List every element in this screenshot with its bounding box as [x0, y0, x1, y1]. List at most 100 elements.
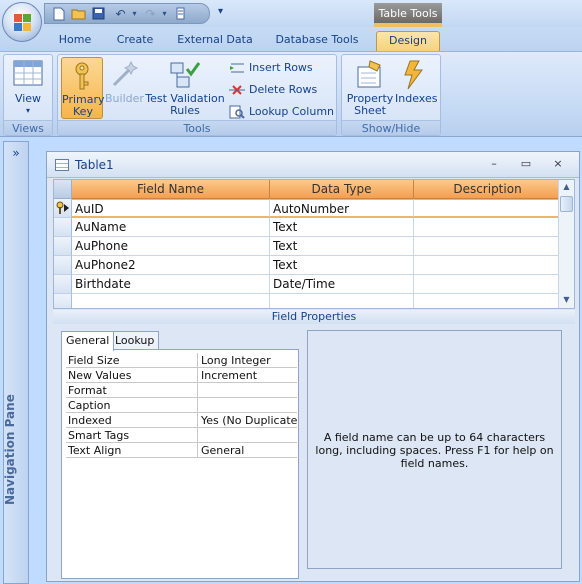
- primary-key-button[interactable]: Primary Key: [61, 57, 105, 119]
- property-label: Text Align: [67, 443, 198, 458]
- property-row[interactable]: Text Align General: [66, 443, 297, 458]
- data-type-cell[interactable]: AutoNumber: [270, 199, 414, 218]
- document-title: Table1: [75, 158, 114, 172]
- field-name-cell[interactable]: AuName: [72, 218, 270, 237]
- tools-group-label: Tools: [58, 120, 336, 135]
- data-type-cell[interactable]: Text: [270, 237, 414, 256]
- row-selector[interactable]: [54, 199, 72, 218]
- insert-rows-icon: [229, 60, 245, 76]
- property-label: Format: [67, 383, 198, 398]
- navigation-pane[interactable]: »: [3, 141, 29, 584]
- insert-rows-label: Insert Rows: [249, 61, 313, 74]
- row-selector[interactable]: [54, 218, 72, 237]
- redo-icon[interactable]: ↷: [143, 7, 158, 21]
- property-value[interactable]: [199, 428, 297, 443]
- delete-rows-icon: [229, 82, 245, 98]
- property-row[interactable]: Caption: [66, 398, 297, 413]
- redo-dropdown-icon[interactable]: ▾: [157, 7, 172, 21]
- builder-button[interactable]: Builder: [105, 57, 144, 119]
- row-selector[interactable]: [54, 256, 72, 275]
- field-name-cell[interactable]: AuPhone2: [72, 256, 270, 275]
- scroll-down-arrow-icon[interactable]: ▼: [559, 293, 574, 307]
- delete-rows-label: Delete Rows: [249, 83, 318, 96]
- property-label: Field Size: [67, 353, 198, 368]
- field-name-cell[interactable]: Birthdate: [72, 275, 270, 294]
- tab-home[interactable]: Home: [52, 31, 98, 51]
- tab-design[interactable]: Design: [376, 31, 440, 51]
- tab-create[interactable]: Create: [110, 31, 160, 51]
- property-label: Indexed: [67, 413, 198, 428]
- column-header-field-name[interactable]: Field Name: [72, 180, 270, 199]
- property-value[interactable]: General: [199, 443, 297, 458]
- lookup-column-button[interactable]: Lookup Column: [229, 103, 334, 121]
- property-value[interactable]: Increment: [199, 368, 297, 383]
- minimize-button[interactable]: –: [485, 157, 503, 171]
- new-document-icon[interactable]: [51, 7, 66, 21]
- view-dropdown-icon: ▾: [25, 106, 30, 115]
- open-folder-icon[interactable]: [71, 7, 86, 21]
- column-header-data-type[interactable]: Data Type: [270, 180, 414, 199]
- property-value[interactable]: [199, 383, 297, 398]
- description-cell[interactable]: [414, 256, 562, 275]
- row-selector[interactable]: [54, 275, 72, 294]
- tab-lookup[interactable]: Lookup: [110, 331, 160, 350]
- office-button[interactable]: [2, 2, 42, 42]
- field-properties-title: Field Properties: [53, 310, 575, 324]
- property-row[interactable]: Field Size Long Integer: [66, 353, 297, 368]
- row-selector[interactable]: [54, 294, 72, 308]
- print-icon[interactable]: [173, 7, 188, 21]
- scroll-up-arrow-icon[interactable]: ▲: [559, 180, 574, 194]
- save-icon[interactable]: [91, 7, 106, 21]
- show-hide-group-label: Show/Hide: [342, 120, 440, 135]
- test-validation-rules-button[interactable]: Test Validation Rules: [145, 57, 225, 119]
- indexes-label: Indexes: [395, 92, 438, 105]
- ribbon-tabs: Home Create External Data Database Tools…: [0, 27, 582, 51]
- property-row[interactable]: Smart Tags: [66, 428, 297, 443]
- tab-database-tools[interactable]: Database Tools: [270, 31, 364, 51]
- undo-icon[interactable]: ↶: [113, 7, 128, 21]
- property-label: Caption: [67, 398, 198, 413]
- field-properties-pane: General Lookup Field Size Long Integer N…: [53, 324, 575, 579]
- scroll-thumb[interactable]: [560, 196, 573, 212]
- data-type-cell[interactable]: Text: [270, 256, 414, 275]
- property-row[interactable]: New Values Increment: [66, 368, 297, 383]
- close-button[interactable]: ×: [549, 157, 567, 171]
- property-row[interactable]: Format: [66, 383, 297, 398]
- views-group: View ▾ Views: [3, 54, 53, 136]
- undo-dropdown-icon[interactable]: ▾: [127, 7, 142, 21]
- tab-general[interactable]: General: [61, 331, 115, 351]
- test-validation-rules-label: Test Validation Rules: [145, 92, 225, 117]
- data-type-cell[interactable]: Date/Time: [270, 275, 414, 294]
- restore-button[interactable]: ▭: [517, 157, 535, 171]
- field-name-cell[interactable]: AuID: [72, 199, 270, 218]
- description-cell[interactable]: [414, 218, 562, 237]
- column-header-description[interactable]: Description: [414, 180, 562, 199]
- description-cell[interactable]: [414, 294, 562, 308]
- property-sheet-label: Property Sheet: [346, 92, 394, 117]
- property-value[interactable]: Long Integer: [199, 353, 297, 368]
- property-row[interactable]: Indexed Yes (No Duplicates): [66, 413, 297, 428]
- property-value[interactable]: [199, 398, 297, 413]
- indexes-button[interactable]: Indexes: [395, 57, 437, 119]
- data-type-cell[interactable]: Text: [270, 218, 414, 237]
- select-all-corner[interactable]: [54, 180, 72, 199]
- ribbon: View ▾ Views Primary Key Builder Test Va…: [0, 51, 582, 137]
- navigation-pane-label: Navigation Pane: [3, 394, 17, 505]
- description-cell[interactable]: [414, 199, 562, 218]
- delete-rows-button[interactable]: Delete Rows: [229, 81, 317, 99]
- field-name-cell[interactable]: AuPhone: [72, 237, 270, 256]
- grid-vertical-scrollbar[interactable]: ▲ ▼: [558, 180, 574, 308]
- property-value[interactable]: Yes (No Duplicates): [199, 413, 297, 428]
- tab-external-data[interactable]: External Data: [172, 31, 258, 51]
- view-button[interactable]: View ▾: [7, 57, 49, 119]
- field-name-cell[interactable]: [72, 294, 270, 308]
- nav-pane-expand-button[interactable]: »: [4, 146, 28, 160]
- insert-rows-button[interactable]: Insert Rows: [229, 59, 313, 77]
- row-selector[interactable]: [54, 237, 72, 256]
- description-cell[interactable]: [414, 237, 562, 256]
- office-logo-icon: [14, 14, 32, 32]
- description-cell[interactable]: [414, 275, 562, 294]
- customize-qat-icon[interactable]: ▾: [213, 5, 228, 19]
- property-sheet-button[interactable]: Property Sheet: [345, 57, 395, 119]
- data-type-cell[interactable]: [270, 294, 414, 308]
